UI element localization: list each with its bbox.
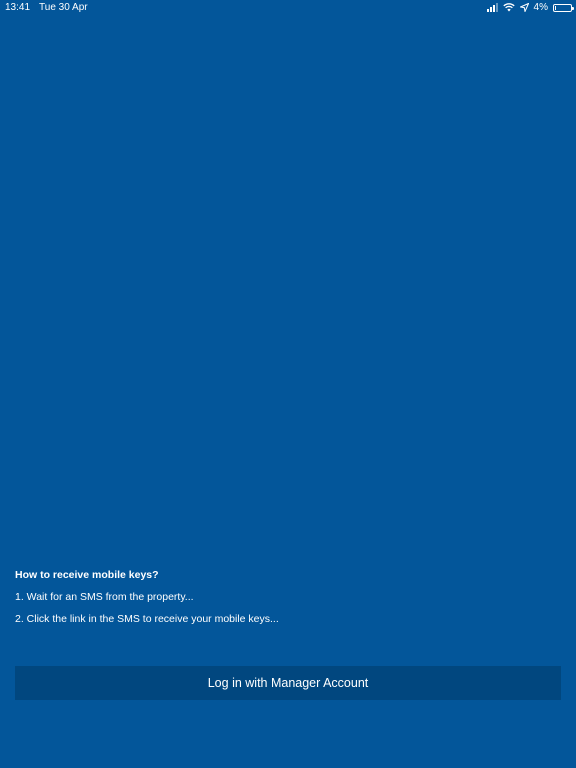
info-step-2: 2. Click the link in the SMS to receive … [15, 613, 279, 625]
status-bar: 13:41 Tue 30 Apr 4% [0, 0, 576, 16]
status-right: 4% [486, 2, 574, 13]
status-date: Tue 30 Apr [39, 2, 88, 13]
signal-icon [486, 3, 498, 12]
status-left: 13:41 Tue 30 Apr [5, 2, 88, 13]
battery-icon [553, 3, 574, 12]
manager-login-button[interactable]: Log in with Manager Account [15, 666, 561, 700]
info-title: How to receive mobile keys? [15, 569, 159, 581]
location-arrow-icon [519, 3, 529, 12]
info-step-1: 1. Wait for an SMS from the property... [15, 591, 194, 603]
wifi-icon [502, 3, 515, 12]
status-time: 13:41 [5, 2, 31, 13]
mobile-keys-info: How to receive mobile keys? 1. Wait for … [15, 568, 561, 634]
battery-level [555, 5, 556, 10]
battery-percent: 4% [533, 2, 548, 13]
